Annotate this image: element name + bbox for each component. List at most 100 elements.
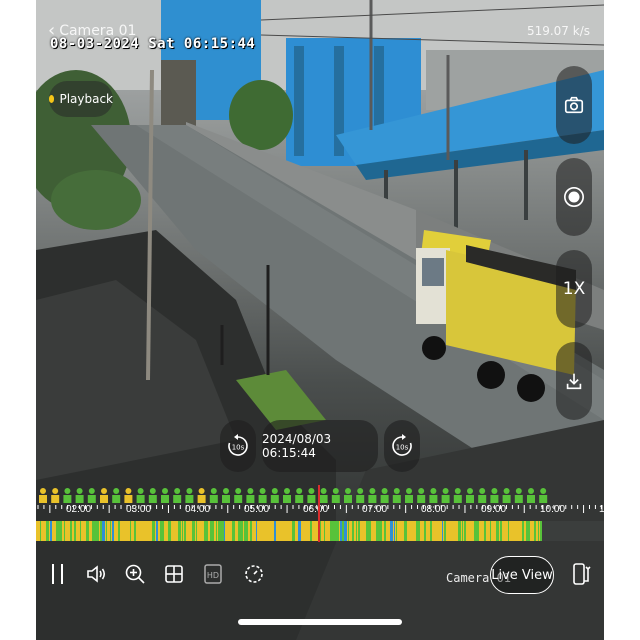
zoom-level-button[interactable]: 1X (556, 250, 592, 328)
recording-segment (336, 521, 339, 541)
motion-event-icon[interactable] (270, 488, 279, 503)
recording-segment (378, 521, 380, 541)
recording-segment (396, 521, 397, 541)
motion-event-icon[interactable] (405, 488, 413, 503)
motion-event-icon[interactable] (527, 488, 535, 503)
hd-button[interactable]: HD (196, 556, 232, 592)
recording-segment (384, 521, 386, 541)
motion-event-icon[interactable] (502, 488, 511, 503)
playback-timeline[interactable]: 02:00 03:00 04:00 05:00 06:00 07:00 08:0… (36, 485, 604, 542)
motion-event-icon[interactable] (148, 488, 157, 503)
recording-segment (484, 521, 486, 541)
motion-event-icon[interactable] (185, 488, 194, 503)
motion-event-icon[interactable] (514, 488, 523, 503)
forward-10s-button[interactable]: 10s (384, 420, 420, 472)
recording-segments (40, 521, 604, 541)
pause-button[interactable] (40, 556, 76, 592)
video-viewport[interactable]: ‹ Camera 01 08-03-2024 Sat 06:15:44 519.… (36, 0, 604, 640)
vehicle-event-icon[interactable] (39, 488, 47, 503)
tick-label: 02:00 (66, 504, 92, 515)
volume-button[interactable] (78, 556, 114, 592)
download-icon (566, 373, 582, 390)
motion-event-icon[interactable] (112, 488, 121, 503)
recording-segment (356, 521, 357, 541)
motion-event-icon[interactable] (356, 488, 365, 503)
motion-event-icon[interactable] (417, 488, 426, 503)
rotate-screen-button[interactable] (564, 556, 600, 592)
vehicle-event-icon[interactable] (124, 488, 133, 503)
recording-segment (212, 521, 214, 541)
motion-event-icon[interactable] (368, 488, 377, 503)
recording-segment (222, 521, 224, 541)
event-marker-track (39, 488, 548, 503)
motion-event-icon[interactable] (209, 488, 218, 503)
motion-event-icon[interactable] (344, 488, 352, 503)
zoom-button[interactable] (117, 556, 153, 592)
recording-segment (320, 521, 321, 541)
recording-segment (292, 521, 295, 541)
playhead-cursor[interactable] (318, 485, 320, 542)
motion-event-icon[interactable] (392, 488, 401, 503)
vehicle-event-icon[interactable] (51, 488, 60, 503)
recording-segment (56, 521, 58, 541)
snapshot-button[interactable] (556, 66, 592, 144)
motion-event-icon[interactable] (441, 488, 450, 503)
record-button[interactable] (556, 158, 592, 236)
motion-event-icon[interactable] (246, 488, 255, 503)
recording-segment (460, 521, 461, 541)
motion-event-icon[interactable] (234, 488, 243, 503)
vehicle-event-icon[interactable] (100, 488, 108, 503)
home-indicator[interactable] (238, 619, 402, 625)
recording-segment (246, 521, 248, 541)
motion-event-icon[interactable] (453, 488, 462, 503)
motion-event-icon[interactable] (429, 488, 438, 503)
vehicle-event-icon[interactable] (197, 488, 206, 503)
download-button[interactable] (556, 342, 592, 420)
recording-segment (416, 521, 418, 541)
recording-segment (134, 521, 136, 541)
motion-event-icon[interactable] (75, 488, 84, 503)
motion-event-icon[interactable] (161, 488, 169, 503)
recording-segment (368, 521, 370, 541)
recording-segment (220, 521, 222, 541)
rewind-10s-button[interactable]: 10s (220, 420, 256, 472)
motion-event-icon[interactable] (173, 488, 182, 503)
playback-badge[interactable]: Playback (49, 81, 113, 117)
recording-segment (46, 521, 49, 541)
motion-event-icon[interactable] (539, 488, 548, 503)
motion-event-icon[interactable] (307, 488, 316, 503)
recording-segment (498, 521, 499, 541)
motion-event-icon[interactable] (136, 488, 145, 503)
split-view-button[interactable] (156, 556, 192, 592)
camera-feed-image (36, 0, 604, 640)
motion-event-icon[interactable] (478, 488, 487, 503)
recording-segment (358, 521, 360, 541)
motion-event-icon[interactable] (331, 488, 340, 503)
playback-speed-button[interactable] (236, 556, 272, 592)
recording-segment (106, 521, 107, 541)
recording-segment (110, 521, 111, 541)
recording-segment (244, 521, 246, 541)
motion-event-icon[interactable] (63, 488, 72, 503)
live-view-button[interactable]: Live View (490, 556, 554, 594)
tick-label: 09:00 (481, 504, 507, 515)
recording-segment (526, 521, 528, 541)
recording-segment (206, 521, 208, 541)
motion-event-icon[interactable] (466, 488, 474, 503)
recording-segment (112, 521, 114, 541)
motion-event-icon[interactable] (87, 488, 96, 503)
motion-event-icon[interactable] (222, 488, 230, 503)
recording-segment (330, 521, 332, 541)
motion-event-icon[interactable] (258, 488, 267, 503)
motion-event-icon[interactable] (490, 488, 499, 503)
recording-segment (424, 521, 426, 541)
timestamp-overlay: 08-03-2024 Sat 06:15:44 (50, 36, 256, 52)
motion-event-icon[interactable] (319, 488, 328, 503)
recording-segment (238, 521, 240, 541)
recording-segment (418, 521, 420, 541)
recording-segment (478, 521, 479, 541)
motion-event-icon[interactable] (380, 488, 389, 503)
motion-event-icon[interactable] (295, 488, 304, 503)
motion-event-icon[interactable] (283, 488, 291, 503)
recording-segment (232, 521, 235, 541)
